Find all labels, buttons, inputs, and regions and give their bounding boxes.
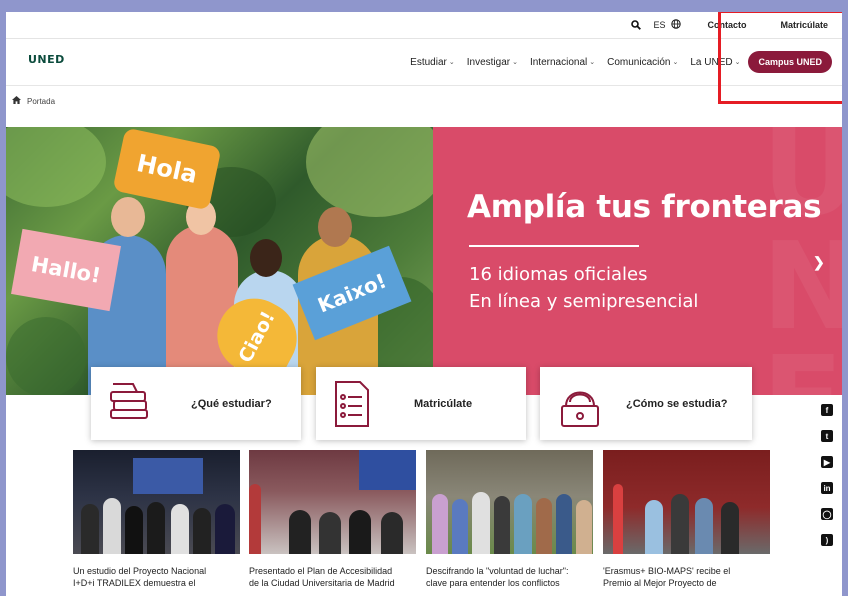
news-caption-line: Presentado el Plan de Accesibilidad [249,566,393,576]
youtube-icon[interactable]: ▶ [821,456,833,468]
news-image-4[interactable] [603,450,770,554]
hero-photo: Hola Hallo! Ciao! Kaixo! [6,127,433,395]
hero-subtitle-line-2: En línea y semipresencial [469,291,699,312]
hero-title: Amplía tus fronteras [467,189,822,225]
hero-divider [469,245,639,247]
main-header: UNED Estudiar ⌄ Investigar ⌄ Internacional… [6,39,842,85]
card-label: Matricúlate [414,398,473,410]
chevron-down-icon: ⌄ [672,59,679,66]
news-image-1[interactable] [73,450,240,554]
nav-item-label: Investigar [466,56,511,68]
news-caption-line: Descifrando la "voluntad de luchar": [426,566,569,576]
language-label: ES [653,20,666,30]
linkedin-icon[interactable]: in [821,482,833,494]
nav-item-comunicacion[interactable]: Comunicación ⌄ [607,57,678,68]
nav-item-label: Comunicación [607,56,671,68]
nav-item-label: Internacional [529,56,588,68]
form-list-icon [335,381,369,427]
instagram-icon[interactable]: ◯ [821,508,833,520]
home-icon[interactable] [12,96,21,106]
twitter-icon[interactable]: t [821,430,833,442]
chevron-down-icon: ⌄ [589,59,596,66]
rss-icon[interactable]: ) [821,534,833,546]
highlight-box [718,12,842,104]
news-caption-4[interactable]: 'Erasmus+ BIO-MAPS' recibe el Premio al … [603,565,768,589]
student-laptop-icon [561,391,599,427]
hero-subtitle: 16 idiomas oficiales En línea y semipres… [469,261,698,315]
hero-panel: UNED Amplía tus fronteras 16 idiomas ofi… [433,127,842,395]
nav-item-estudiar[interactable]: Estudiar ⌄ [410,57,455,68]
card-label: ¿Qué estudiar? [191,398,272,410]
news-caption-line: Premio al Mejor Proyecto de [603,578,717,588]
card-que-estudiar[interactable]: ¿Qué estudiar? [91,367,301,440]
card-label: ¿Cómo se estudia? [626,398,728,410]
page: ES Contacto Matricúlate UNED Estudiar ⌄ I… [6,12,842,596]
language-selector[interactable]: ES [653,19,682,31]
carousel-next-icon[interactable]: ❯ [813,254,825,271]
social-links: f t ▶ in ◯ ) [821,404,835,560]
globe-icon [671,19,682,31]
nav-item-internacional[interactable]: Internacional ⌄ [530,57,595,68]
news-caption-line: Un estudio del Proyecto Nacional [73,566,207,576]
nav-item-investigar[interactable]: Investigar ⌄ [467,57,518,68]
nav-item-label: Estudiar [410,56,447,68]
header-divider [6,85,842,86]
breadcrumb-home[interactable]: Portada [27,97,55,106]
search-icon[interactable] [631,20,642,30]
books-icon [110,383,148,419]
card-matriculate[interactable]: Matricúlate [316,367,526,440]
news-caption-3[interactable]: Descifrando la "voluntad de luchar": cla… [426,565,591,589]
watermark-logo: UNED [761,127,842,395]
hero-subtitle-line-1: 16 idiomas oficiales [469,264,648,285]
chevron-down-icon: ⌄ [512,59,518,66]
card-como-se-estudia[interactable]: ¿Cómo se estudia? [540,367,752,440]
breadcrumb: Portada [12,96,55,106]
facebook-icon[interactable]: f [821,404,833,416]
news-image-2[interactable] [249,450,416,554]
news-caption-line: I+D+i TRADILEX demuestra el [73,578,196,588]
news-image-3[interactable] [426,450,593,554]
news-caption-1[interactable]: Un estudio del Proyecto Nacional I+D+i T… [73,565,238,589]
news-caption-line: de la Ciudad Universitaria de Madrid [249,578,395,588]
news-caption-line: clave para entender los conflictos [426,578,560,588]
uned-logo[interactable]: UNED [28,53,65,66]
chevron-down-icon: ⌄ [448,59,455,66]
news-caption-line: 'Erasmus+ BIO-MAPS' recibe el [603,566,731,576]
utility-bar: ES Contacto Matricúlate [6,12,842,38]
news-caption-2[interactable]: Presentado el Plan de Accesibilidad de l… [249,565,414,589]
